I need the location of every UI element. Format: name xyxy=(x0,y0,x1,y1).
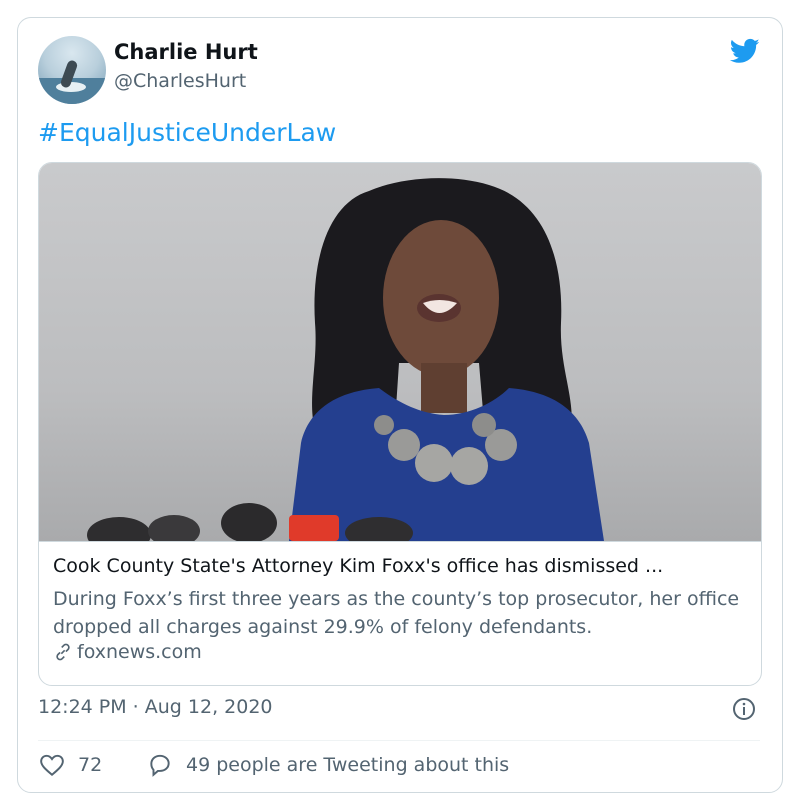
link-domain[interactable]: foxnews.com xyxy=(53,641,202,663)
like-count: 72 xyxy=(78,754,103,776)
author-handle[interactable]: @CharlesHurt xyxy=(114,70,246,92)
info-icon[interactable] xyxy=(732,697,756,721)
author-name[interactable]: Charlie Hurt xyxy=(114,40,258,64)
link-preview-image xyxy=(39,163,761,541)
tweet-card: Charlie Hurt @CharlesHurt #EqualJusticeU… xyxy=(17,17,783,793)
heart-icon xyxy=(40,754,64,777)
link-description: During Foxx’s first three years as the c… xyxy=(53,588,740,638)
avatar[interactable] xyxy=(38,36,106,104)
tweet-timestamp[interactable]: 12:24 PM · Aug 12, 2020 xyxy=(38,696,273,718)
hashtag-link[interactable]: #EqualJusticeUnderLaw xyxy=(38,118,336,147)
link-domain-text: foxnews.com xyxy=(77,641,202,663)
link-preview-card[interactable]: Cook County State's Attorney Kim Foxx's … xyxy=(38,162,762,686)
actions-divider xyxy=(38,740,760,741)
conversation-text: 49 people are Tweeting about this xyxy=(186,754,510,776)
link-card-divider xyxy=(39,541,761,542)
link-icon xyxy=(56,643,70,661)
link-title[interactable]: Cook County State's Attorney Kim Foxx's … xyxy=(53,555,753,577)
reply-bubble-icon xyxy=(150,754,170,777)
twitter-bird-icon[interactable] xyxy=(728,36,762,66)
like-button[interactable]: 72 xyxy=(38,752,102,778)
conversation-link[interactable]: 49 people are Tweeting about this xyxy=(146,752,509,778)
